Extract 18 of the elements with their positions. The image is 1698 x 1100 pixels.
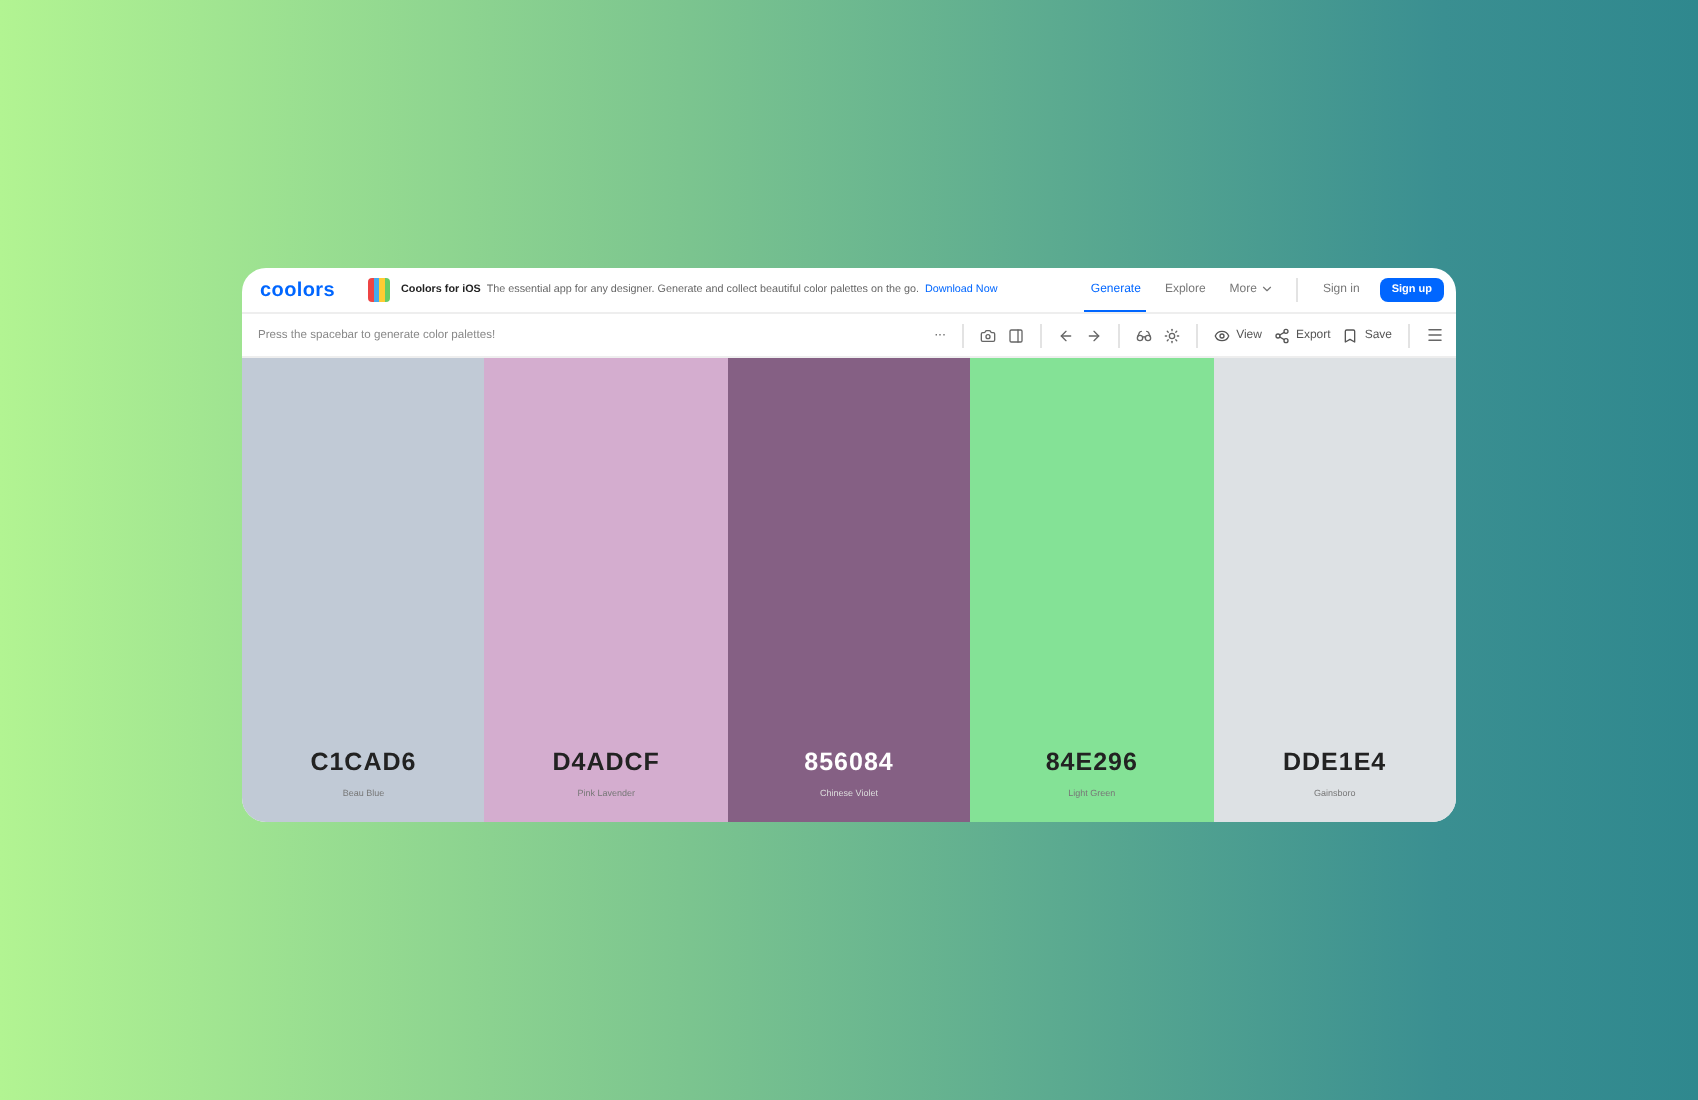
chevron-down-icon	[1260, 282, 1275, 296]
hex-code[interactable]: 84E296	[1045, 748, 1138, 776]
hex-code[interactable]: DDE1E4	[1283, 748, 1387, 776]
logo[interactable]: coolors	[260, 279, 336, 301]
menu-icon[interactable]	[1426, 326, 1444, 344]
eye-icon	[1214, 327, 1231, 343]
hex-code[interactable]: 856084	[804, 748, 894, 776]
hex-code[interactable]: C1CAD6	[310, 748, 417, 776]
camera-icon[interactable]	[980, 327, 997, 343]
glasses-icon[interactable]	[1136, 327, 1153, 343]
redo-icon[interactable]	[1086, 327, 1103, 343]
sun-icon[interactable]	[1164, 327, 1181, 343]
app-icon	[367, 278, 390, 302]
bookmark-icon	[1342, 327, 1359, 343]
panel-icon[interactable]	[1008, 327, 1025, 343]
hex-code[interactable]: D4ADCF	[552, 748, 660, 776]
undo-icon[interactable]	[1058, 327, 1075, 343]
share-icon	[1273, 327, 1290, 343]
